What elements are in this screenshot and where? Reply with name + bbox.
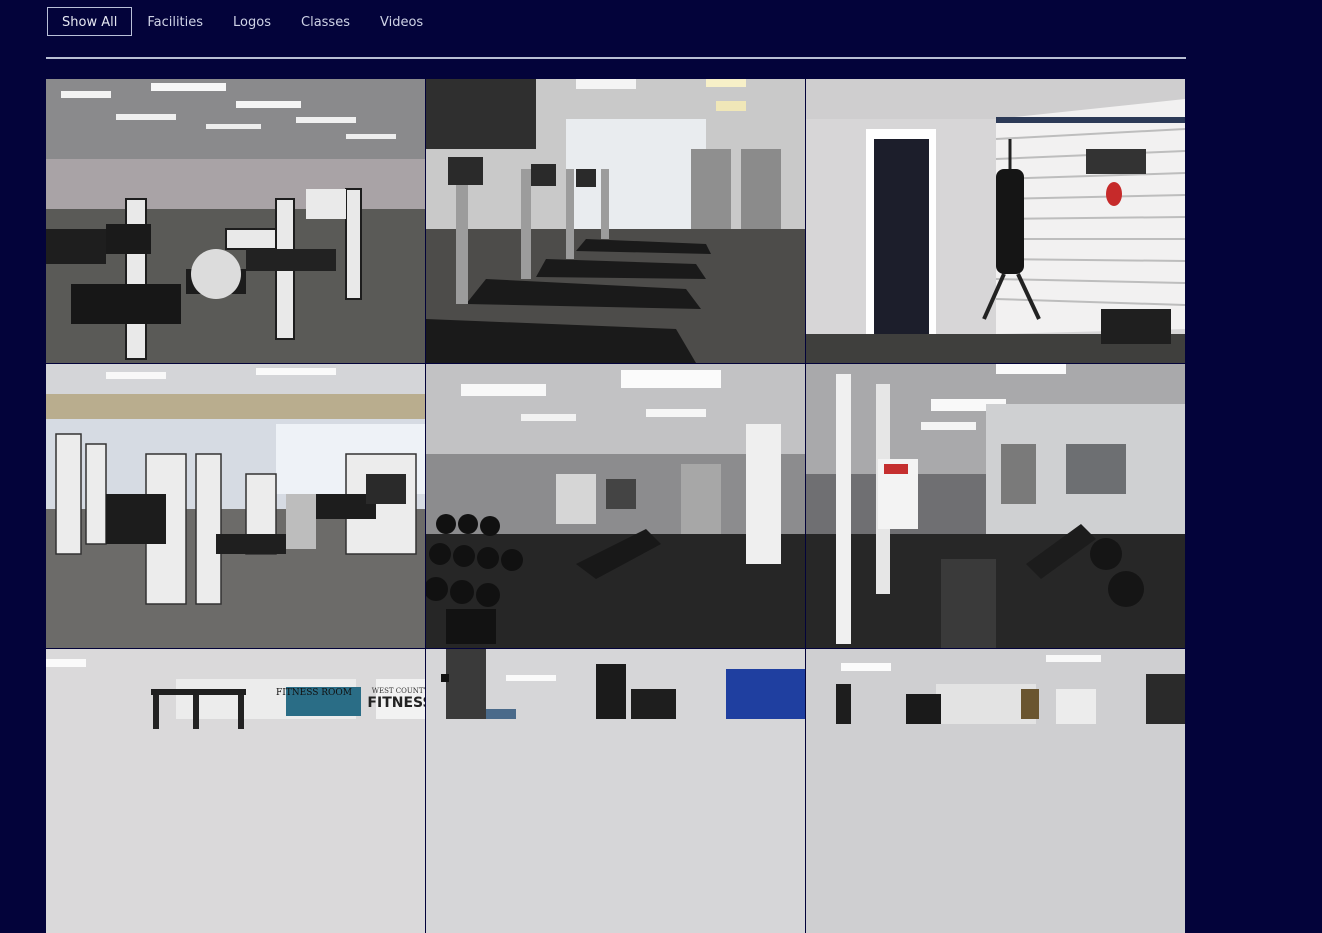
gallery-photo-gym-machines[interactable] <box>46 79 425 363</box>
treadmills-image <box>426 79 805 363</box>
filter-logos[interactable]: Logos <box>218 7 286 36</box>
gallery-photo-treadmills[interactable] <box>426 79 805 363</box>
filter-divider <box>46 57 1186 59</box>
gallery-photo-cable-machine[interactable] <box>426 649 805 933</box>
gallery-photo-power-rack[interactable]: FITNESS ROOM WEST COUNTY FITNESS <box>46 649 425 933</box>
gallery-photo-gym-overview[interactable] <box>46 364 425 648</box>
power-rack-image: FITNESS ROOM WEST COUNTY FITNESS <box>46 649 425 933</box>
gym-machines-image <box>46 79 425 363</box>
gallery-photo-weight-machines[interactable] <box>806 649 1185 933</box>
weight-machines-image <box>806 649 1185 933</box>
gallery-grid: FITNESS ROOM WEST COUNTY FITNESS <box>46 79 1186 933</box>
gym-overview-image <box>46 364 425 648</box>
filter-show-all[interactable]: Show All <box>47 7 133 36</box>
gallery-photo-squat-rack[interactable] <box>806 364 1185 648</box>
filter-facilities[interactable]: Facilities <box>132 7 218 36</box>
gallery-photo-punching-bag[interactable] <box>806 79 1185 363</box>
squat-rack-image <box>806 364 1185 648</box>
dumbbell-rack-image <box>426 364 805 648</box>
fitness-sign: FITNESS <box>367 695 425 711</box>
gallery-photo-dumbbell-rack[interactable] <box>426 364 805 648</box>
filter-videos[interactable]: Videos <box>365 7 438 36</box>
west-county-sign: WEST COUNTY <box>372 687 425 695</box>
gallery-filter-bar: Show All Facilities Logos Classes Videos <box>47 6 438 37</box>
cable-machine-image <box>426 649 805 933</box>
punching-bag-image <box>806 79 1185 363</box>
filter-classes[interactable]: Classes <box>286 7 365 36</box>
fitness-room-sign: FITNESS ROOM <box>276 688 352 698</box>
